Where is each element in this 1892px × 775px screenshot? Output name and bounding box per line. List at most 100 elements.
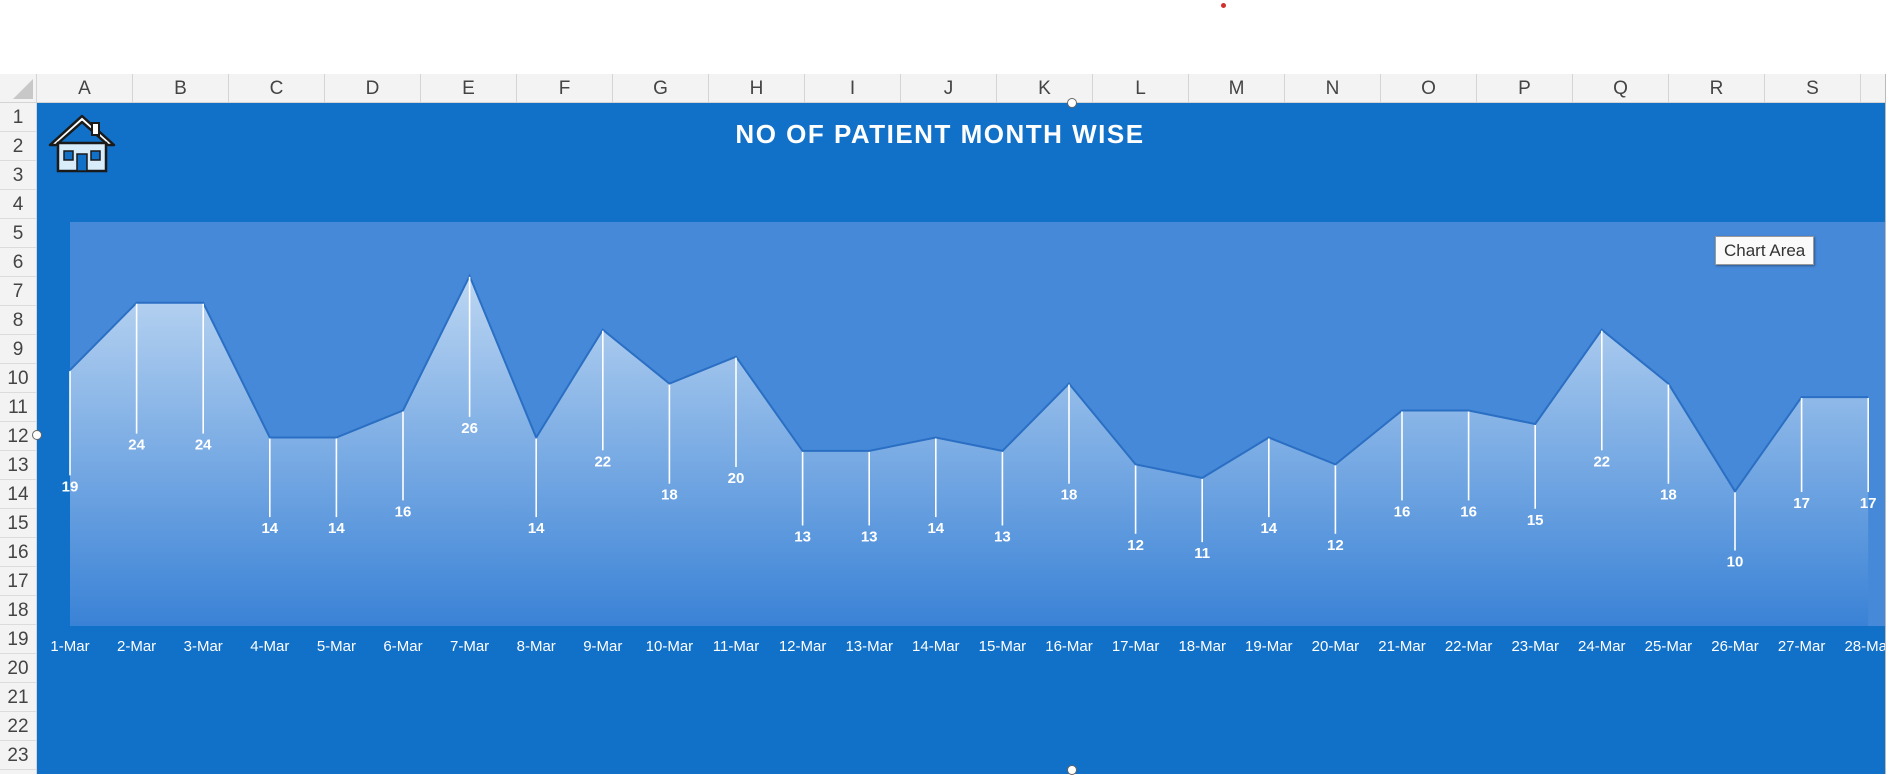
data-label[interactable]: 16: [395, 503, 412, 520]
row-header-13[interactable]: 13: [0, 451, 36, 480]
data-label[interactable]: 20: [728, 470, 745, 487]
column-header-i[interactable]: I: [805, 74, 901, 103]
x-tick-label: 25-Mar: [1645, 638, 1693, 655]
column-header-c[interactable]: C: [229, 74, 325, 103]
data-label[interactable]: 14: [1260, 520, 1277, 537]
x-tick-label: 18-Mar: [1178, 638, 1226, 655]
data-label[interactable]: 18: [661, 487, 678, 504]
data-label[interactable]: 12: [1327, 537, 1344, 554]
row-header-2[interactable]: 2: [0, 132, 36, 161]
data-label[interactable]: 11: [1194, 545, 1210, 562]
x-tick-label: 2-Mar: [117, 638, 156, 655]
data-label[interactable]: 14: [261, 520, 278, 537]
area-chart[interactable]: 19 24 24 14 14 16 26 14 22 18 20 13 13 14 13 18 12 11 14 12…: [37, 103, 1892, 774]
row-header-8[interactable]: 8: [0, 306, 36, 335]
column-header-h[interactable]: H: [709, 74, 805, 103]
column-header-q[interactable]: Q: [1573, 74, 1669, 103]
data-label[interactable]: 14: [927, 520, 944, 537]
row-header-19[interactable]: 19: [0, 625, 36, 654]
column-header-e[interactable]: E: [421, 74, 517, 103]
window-right-edge: [1885, 74, 1892, 774]
chart-area-tooltip: Chart Area: [1715, 236, 1815, 265]
data-label[interactable]: 12: [1127, 537, 1144, 554]
column-header-l[interactable]: L: [1093, 74, 1189, 103]
row-header-9[interactable]: 9: [0, 335, 36, 364]
x-tick-label: 12-Mar: [779, 638, 827, 655]
data-label[interactable]: 17: [1860, 495, 1877, 512]
row-header-20[interactable]: 20: [0, 654, 36, 683]
row-headers: 1 2 3 4 5 6 7 8 9 10 11 12 13 14 15 16 17 18 19 20 21 22 23: [0, 103, 37, 774]
resize-handle-top[interactable]: [1067, 98, 1077, 108]
data-label[interactable]: 15: [1527, 512, 1544, 529]
data-label[interactable]: 13: [994, 528, 1011, 545]
column-header-m[interactable]: M: [1189, 74, 1285, 103]
chart-area[interactable]: 19 24 24 14 14 16 26 14 22 18 20 13 13 14 13 18 12 11 14 12…: [37, 103, 1892, 774]
chart-title: NO OF PATIENT MONTH WISE: [735, 119, 1145, 149]
row-header-1[interactable]: 1: [0, 103, 36, 132]
row-header-5[interactable]: 5: [0, 219, 36, 248]
column-header-g[interactable]: G: [613, 74, 709, 103]
row-header-3[interactable]: 3: [0, 161, 36, 190]
column-header-f[interactable]: F: [517, 74, 613, 103]
row-header-6[interactable]: 6: [0, 248, 36, 277]
row-header-7[interactable]: 7: [0, 277, 36, 306]
column-header-n[interactable]: N: [1285, 74, 1381, 103]
column-header-r[interactable]: R: [1669, 74, 1765, 103]
row-header-14[interactable]: 14: [0, 480, 36, 509]
row-header-15[interactable]: 15: [0, 509, 36, 538]
row-header-4[interactable]: 4: [0, 190, 36, 219]
data-label[interactable]: 24: [128, 437, 145, 454]
x-tick-label: 10-Mar: [646, 638, 694, 655]
column-header-s[interactable]: S: [1765, 74, 1861, 103]
data-label[interactable]: 17: [1793, 495, 1810, 512]
data-label[interactable]: 26: [461, 420, 478, 437]
row-header-23[interactable]: 23: [0, 741, 36, 770]
row-header-10[interactable]: 10: [0, 364, 36, 393]
x-tick-label: 6-Mar: [383, 638, 422, 655]
row-header-12[interactable]: 12: [0, 422, 36, 451]
row-header-21[interactable]: 21: [0, 683, 36, 712]
select-all-corner[interactable]: [0, 74, 37, 103]
x-tick-label: 23-Mar: [1511, 638, 1559, 655]
x-tick-label: 1-Mar: [50, 638, 89, 655]
x-tick-label: 24-Mar: [1578, 638, 1626, 655]
data-label[interactable]: 22: [1593, 453, 1610, 470]
data-label[interactable]: 19: [62, 478, 79, 495]
row-header-11[interactable]: 11: [0, 393, 36, 422]
data-label[interactable]: 18: [1061, 487, 1078, 504]
x-tick-label: 8-Mar: [517, 638, 556, 655]
column-headers: ABCDEFGHIJKLMNOPQRS: [37, 74, 1892, 103]
data-label[interactable]: 22: [594, 453, 611, 470]
x-tick-label: 19-Mar: [1245, 638, 1293, 655]
x-tick-label: 14-Mar: [912, 638, 960, 655]
x-tick-label: 21-Mar: [1378, 638, 1426, 655]
x-tick-label: 4-Mar: [250, 638, 289, 655]
row-header-16[interactable]: 16: [0, 538, 36, 567]
x-tick-label: 9-Mar: [583, 638, 622, 655]
x-tick-label: 16-Mar: [1045, 638, 1093, 655]
data-label[interactable]: 13: [794, 528, 811, 545]
column-header-a[interactable]: A: [37, 74, 133, 103]
data-label[interactable]: 14: [528, 520, 545, 537]
data-label[interactable]: 16: [1460, 503, 1477, 520]
data-label[interactable]: 18: [1660, 487, 1677, 504]
x-tick-label: 5-Mar: [317, 638, 356, 655]
data-label[interactable]: 16: [1394, 503, 1411, 520]
row-header-22[interactable]: 22: [0, 712, 36, 741]
column-header-d[interactable]: D: [325, 74, 421, 103]
column-header-j[interactable]: J: [901, 74, 997, 103]
column-header-p[interactable]: P: [1477, 74, 1573, 103]
x-tick-label: 15-Mar: [979, 638, 1027, 655]
column-header-k[interactable]: K: [997, 74, 1093, 103]
data-label[interactable]: 10: [1727, 554, 1744, 571]
data-label[interactable]: 24: [195, 437, 212, 454]
ribbon-area: [0, 0, 1892, 74]
x-tick-label: 13-Mar: [845, 638, 893, 655]
column-header-b[interactable]: B: [133, 74, 229, 103]
row-header-17[interactable]: 17: [0, 567, 36, 596]
data-label[interactable]: 14: [328, 520, 345, 537]
resize-handle-left[interactable]: [32, 430, 42, 440]
row-header-18[interactable]: 18: [0, 596, 36, 625]
data-label[interactable]: 13: [861, 528, 878, 545]
column-header-o[interactable]: O: [1381, 74, 1477, 103]
